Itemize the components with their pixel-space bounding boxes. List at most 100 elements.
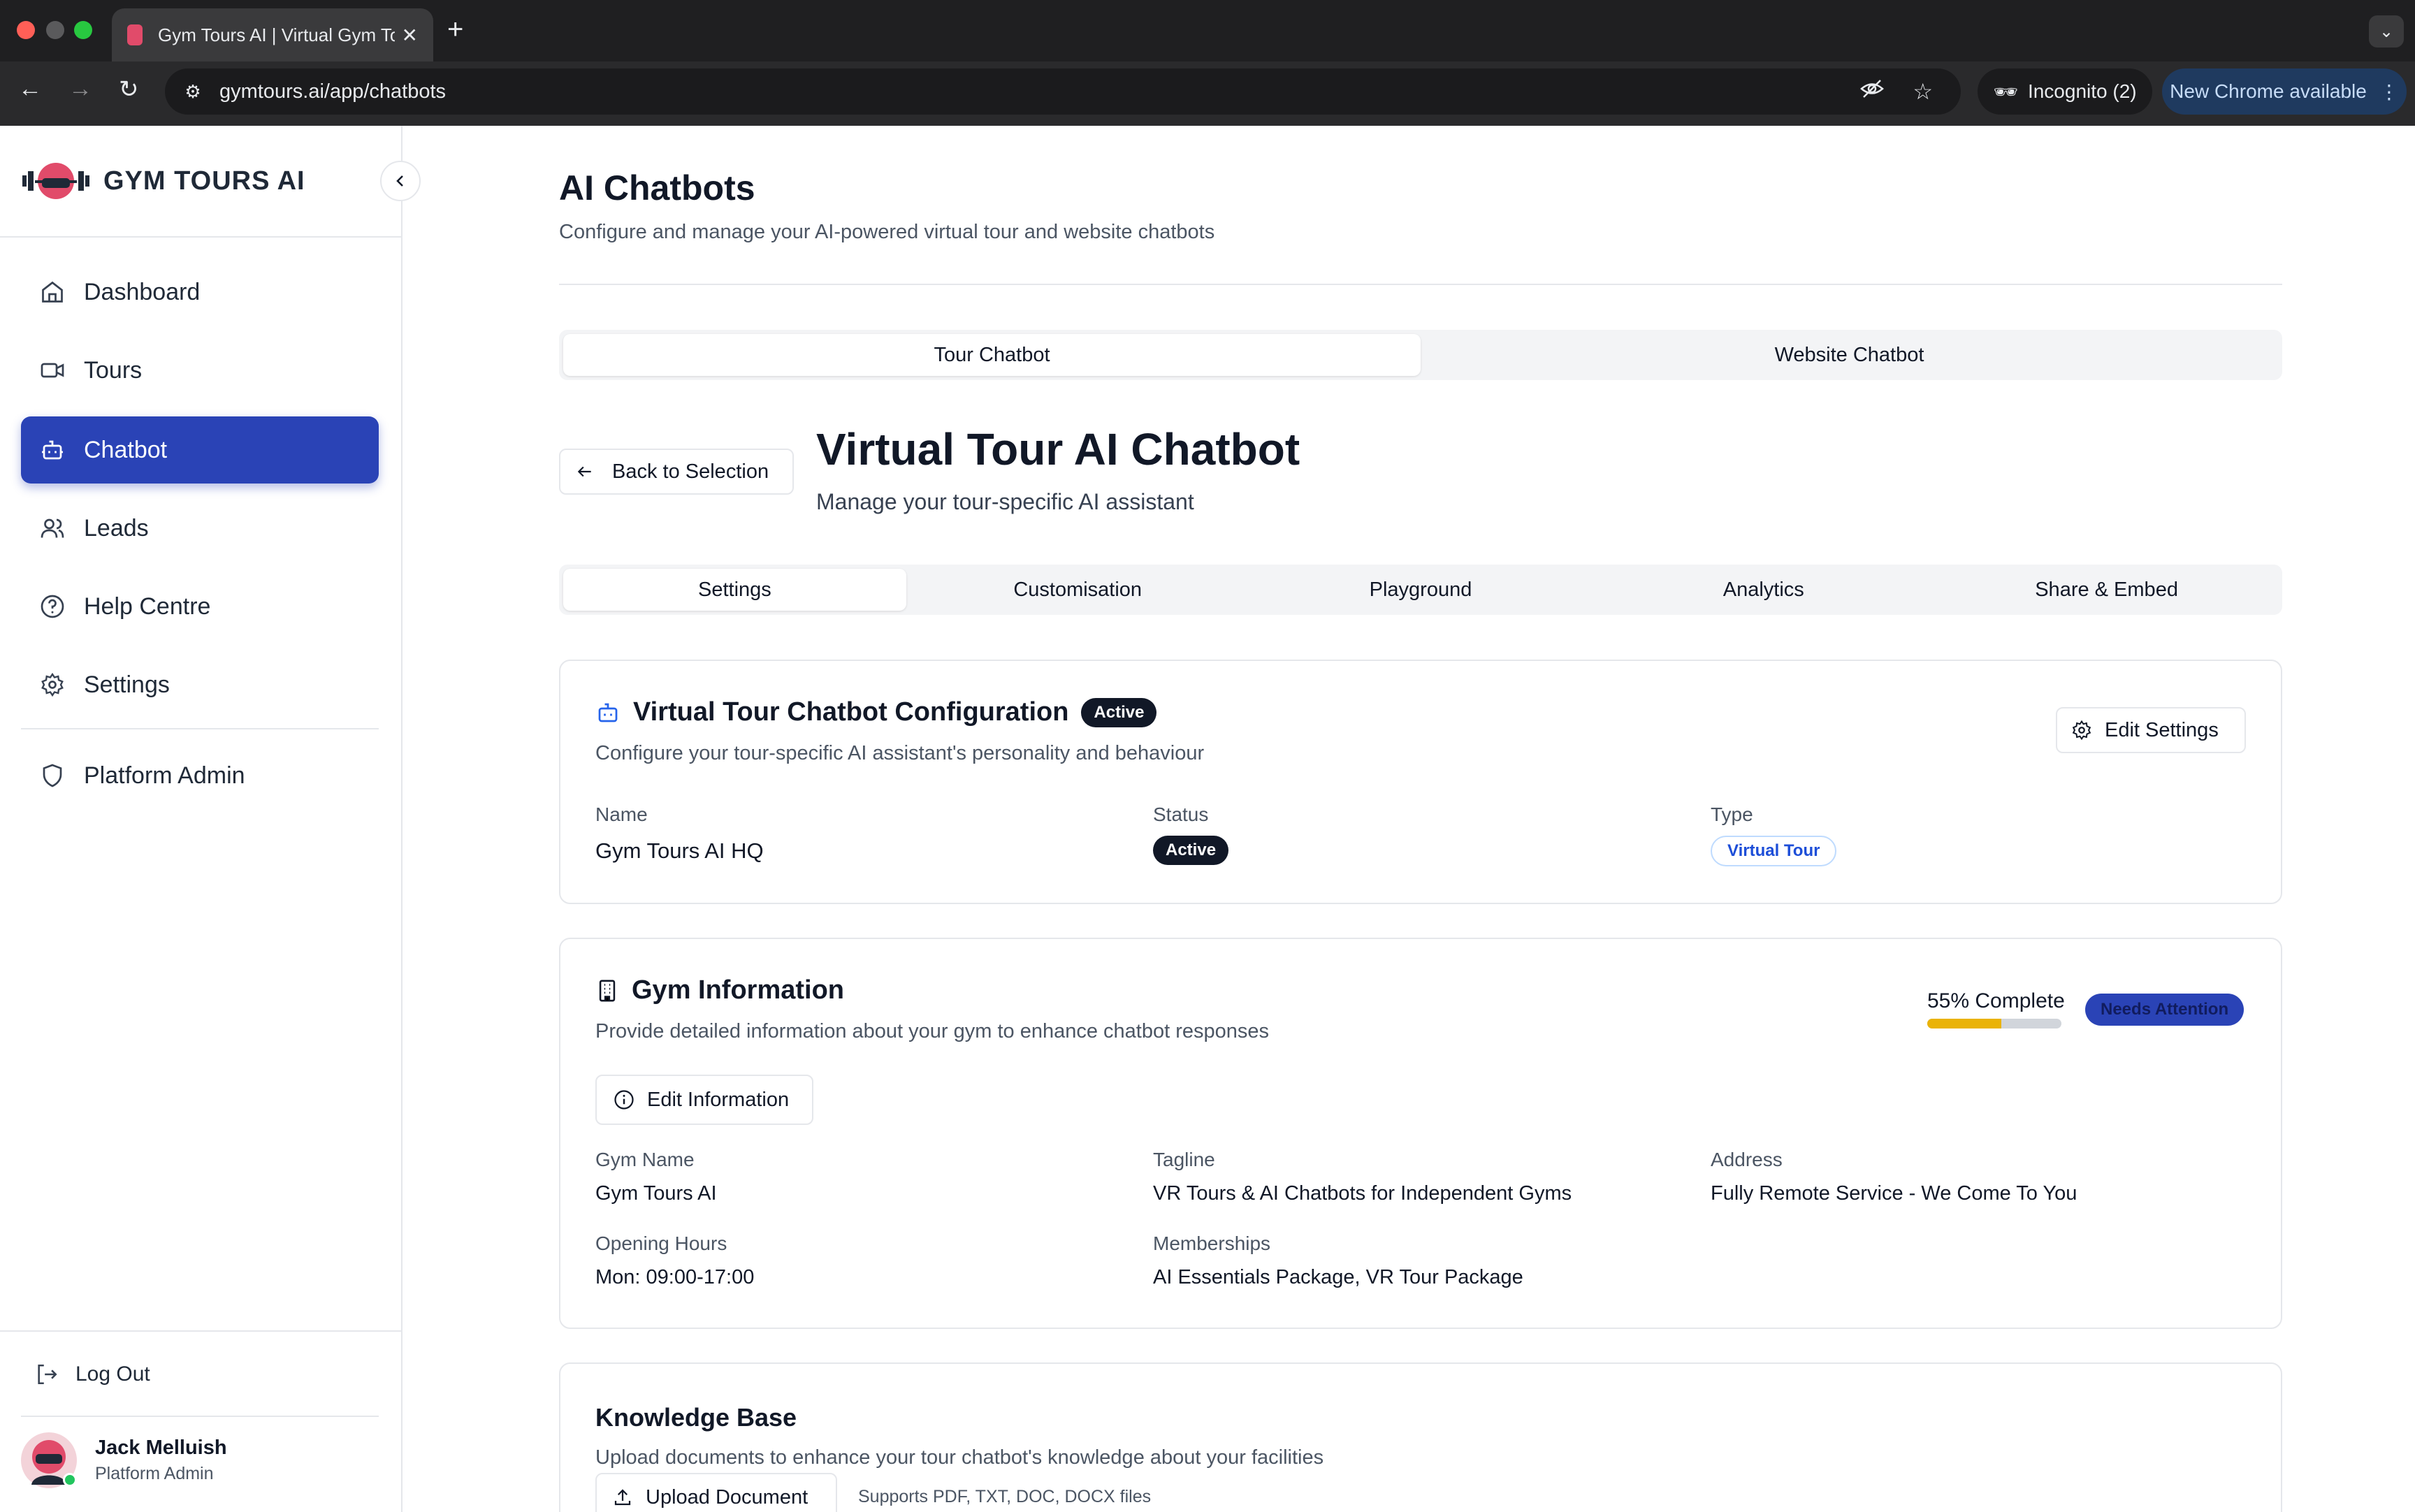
incognito-icon: 🕶 <box>1993 80 2018 103</box>
maximize-window-button[interactable] <box>74 21 92 39</box>
gym-name-value: Gym Tours AI <box>595 1182 717 1205</box>
sidebar: GYM TOURS AI Dashboard Tours Chatbot Lea… <box>0 126 421 1512</box>
edit-settings-label: Edit Settings <box>2105 718 2219 741</box>
gear-icon <box>38 672 67 697</box>
forward-icon[interactable]: → <box>68 75 92 103</box>
memberships-field: Memberships AI Essentials Package, VR To… <box>1153 1233 1523 1289</box>
status-label: Status <box>1153 804 1209 825</box>
sidebar-item-help-centre[interactable]: Help Centre <box>21 573 379 640</box>
avatar <box>21 1432 77 1488</box>
tab-analytics[interactable]: Analytics <box>1592 569 1935 611</box>
name-label: Name <box>595 804 648 825</box>
browser-tab[interactable]: Gym Tours AI | Virtual Gym To ✕ <box>112 8 433 61</box>
back-icon[interactable]: ← <box>18 75 42 103</box>
more-icon[interactable]: ⋮ <box>2379 80 2399 103</box>
upload-document-label: Upload Document <box>646 1485 808 1509</box>
name-field: Name Gym Tours AI HQ <box>595 804 764 864</box>
page-subtitle: Configure and manage your AI-powered vir… <box>559 221 1215 243</box>
sidebar-divider <box>21 1416 379 1417</box>
logo[interactable]: GYM TOURS AI <box>21 158 305 204</box>
sidebar-item-dashboard[interactable]: Dashboard <box>21 259 379 326</box>
type-badge: Virtual Tour <box>1711 836 1837 866</box>
incognito-label: Incognito (2) <box>2027 80 2137 102</box>
sidebar-item-chatbot[interactable]: Chatbot <box>21 416 379 484</box>
arrow-left-icon <box>577 466 591 477</box>
sidebar-item-label: Settings <box>84 671 170 698</box>
users-icon <box>38 516 67 541</box>
tab-tour-chatbot[interactable]: Tour Chatbot <box>563 334 1421 376</box>
opening-hours-field: Opening Hours Mon: 09:00-17:00 <box>595 1233 754 1289</box>
tab-share-embed[interactable]: Share & Embed <box>1935 569 2278 611</box>
tab-strip: Gym Tours AI | Virtual Gym To ✕ + ⌄ <box>0 0 2415 61</box>
tagline-value: VR Tours & AI Chatbots for Independent G… <box>1153 1182 1572 1205</box>
sidebar-item-leads[interactable]: Leads <box>21 495 379 562</box>
sidebar-item-label: Platform Admin <box>84 762 245 789</box>
sidebar-divider <box>0 236 401 238</box>
sidebar-item-label: Leads <box>84 514 149 541</box>
update-label: New Chrome available <box>2170 80 2367 102</box>
collapse-sidebar-button[interactable] <box>380 161 421 201</box>
back-to-selection-button[interactable]: Back to Selection <box>559 449 794 495</box>
upload-icon <box>614 1489 631 1506</box>
type-label: Type <box>1711 804 1753 825</box>
sidebar-item-settings[interactable]: Settings <box>21 651 379 718</box>
edit-information-button[interactable]: Edit Information <box>595 1075 813 1125</box>
sidebar-item-label: Chatbot <box>84 436 168 463</box>
sidebar-item-label: Tours <box>84 356 143 384</box>
close-window-button[interactable] <box>17 21 35 39</box>
upload-document-button[interactable]: Upload Document <box>595 1473 837 1512</box>
building-icon <box>599 980 616 1001</box>
close-tab-icon[interactable]: ✕ <box>402 24 418 47</box>
edit-settings-button[interactable]: Edit Settings <box>2056 707 2246 753</box>
help-circle-icon <box>38 594 67 619</box>
supported-formats-text: Supports PDF, TXT, DOC, DOCX files <box>858 1487 1152 1506</box>
site-info-icon[interactable]: ⚙ <box>179 78 207 106</box>
user-role: Platform Admin <box>95 1464 214 1483</box>
bot-icon <box>598 703 618 722</box>
info-icon <box>614 1090 634 1110</box>
sidebar-divider <box>0 1330 401 1332</box>
eye-off-icon[interactable] <box>1859 78 1885 105</box>
update-chrome-button[interactable]: New Chrome available ⋮ <box>2162 68 2407 115</box>
tab-website-chatbot[interactable]: Website Chatbot <box>1421 334 2278 376</box>
config-card: Virtual Tour Chatbot Configuration Activ… <box>559 660 2282 904</box>
address-value: Fully Remote Service - We Come To You <box>1711 1182 2077 1205</box>
reload-icon[interactable]: ↻ <box>119 75 139 103</box>
logout-button[interactable]: Log Out <box>35 1362 150 1386</box>
knowledge-base-card: Knowledge Base Upload documents to enhan… <box>559 1362 2282 1512</box>
tab-customisation[interactable]: Customisation <box>906 569 1249 611</box>
config-card-title-row: Virtual Tour Chatbot Configuration Activ… <box>595 697 1157 727</box>
tab-playground[interactable]: Playground <box>1249 569 1593 611</box>
address-field: Address Fully Remote Service - We Come T… <box>1711 1149 2077 1205</box>
type-field: Type Virtual Tour <box>1711 804 1837 866</box>
bot-icon <box>38 437 67 463</box>
sidebar-item-label: Help Centre <box>84 593 211 620</box>
gym-name-label: Gym Name <box>595 1149 695 1170</box>
needs-attention-badge: Needs Attention <box>2085 994 2244 1026</box>
opening-hours-value: Mon: 09:00-17:00 <box>595 1266 755 1288</box>
header-divider <box>559 284 2282 285</box>
favicon-icon <box>127 24 143 45</box>
status-badge: Active <box>1081 697 1157 727</box>
sidebar-item-tours[interactable]: Tours <box>21 337 379 404</box>
gym-information-card: Gym Information Provide detailed informa… <box>559 938 2282 1329</box>
minimize-window-button[interactable] <box>46 21 64 39</box>
logo-icon <box>21 158 91 204</box>
logout-icon <box>38 1364 57 1385</box>
config-card-description: Configure your tour-specific AI assistan… <box>595 742 1205 764</box>
tab-search-icon[interactable]: ⌄ <box>2369 15 2404 48</box>
address-label: Address <box>1711 1149 1783 1170</box>
sidebar-item-platform-admin[interactable]: Platform Admin <box>21 742 379 809</box>
back-label: Back to Selection <box>612 460 769 483</box>
gear-icon <box>2072 720 2091 741</box>
gym-name-field: Gym Name Gym Tours AI <box>595 1149 717 1205</box>
video-icon <box>38 358 67 383</box>
incognito-indicator[interactable]: 🕶 Incognito (2) <box>1978 68 2152 115</box>
tab-settings[interactable]: Settings <box>563 569 906 611</box>
url-text[interactable]: gymtours.ai/app/chatbots <box>219 80 1859 103</box>
star-icon[interactable]: ☆ <box>1913 78 1933 105</box>
user-profile[interactable]: Jack Melluish Platform Admin <box>21 1432 227 1488</box>
status-value-badge: Active <box>1153 836 1229 865</box>
address-bar[interactable]: ⚙ gymtours.ai/app/chatbots ☆ <box>165 68 1961 115</box>
new-tab-icon[interactable]: + <box>447 14 463 45</box>
